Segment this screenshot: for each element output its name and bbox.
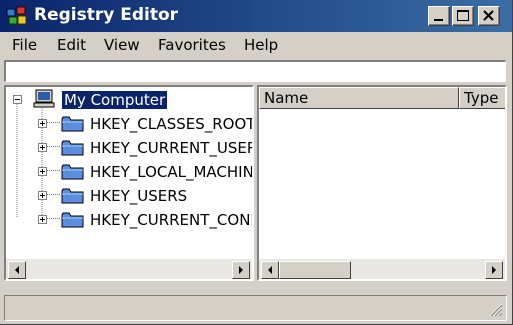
tree-node[interactable]: HKEY_CURRENT_CONFIG xyxy=(6,209,252,231)
menu-help[interactable]: Help xyxy=(244,36,278,54)
registry-icon xyxy=(6,6,28,26)
resize-grip-icon[interactable] xyxy=(487,301,503,317)
arrow-left-icon xyxy=(268,266,272,274)
close-button[interactable] xyxy=(478,6,500,26)
status-bar xyxy=(4,295,507,321)
window-title: Registry Editor xyxy=(34,5,179,25)
column-header-type[interactable]: Type xyxy=(459,87,505,109)
tree-label: HKEY_USERS xyxy=(90,187,188,205)
expand-toggle[interactable] xyxy=(38,119,47,128)
arrow-right-icon xyxy=(239,266,243,274)
menu-edit[interactable]: Edit xyxy=(57,36,86,54)
tree-node[interactable]: HKEY_LOCAL_MACHINE xyxy=(6,161,252,183)
arrow-left-icon xyxy=(15,266,19,274)
folder-icon xyxy=(61,212,84,228)
tree-label: HKEY_CURRENT_USER xyxy=(90,139,254,157)
minimize-button[interactable] xyxy=(428,6,450,26)
menu-bar: File Edit View Favorites Help xyxy=(0,32,512,56)
expand-toggle[interactable] xyxy=(38,191,47,200)
scroll-left-button[interactable] xyxy=(261,261,279,279)
list-pane[interactable]: Name Type xyxy=(257,85,507,281)
menu-favorites[interactable]: Favorites xyxy=(158,36,226,54)
tree-pane[interactable]: My Computer HKEY_CLASSES_ROOT HKEY_CURRE… xyxy=(4,85,254,281)
list-horizontal-scrollbar[interactable] xyxy=(259,259,505,279)
expand-toggle[interactable] xyxy=(38,167,47,176)
column-header-name[interactable]: Name xyxy=(259,87,459,109)
expand-toggle[interactable] xyxy=(38,143,47,152)
maximize-button[interactable] xyxy=(452,6,474,26)
tree-label: My Computer xyxy=(62,91,168,109)
tree-node[interactable]: HKEY_CURRENT_USER xyxy=(6,137,252,159)
folder-icon xyxy=(61,188,84,204)
menu-view[interactable]: View xyxy=(104,36,140,54)
close-icon xyxy=(483,10,494,21)
registry-editor-window: Registry Editor File Edit View Favorites… xyxy=(0,0,513,325)
tree-node-my-computer[interactable]: My Computer xyxy=(6,89,252,111)
scroll-thumb[interactable] xyxy=(279,261,351,279)
folder-icon xyxy=(61,164,84,180)
tree-node[interactable]: HKEY_USERS xyxy=(6,185,252,207)
tree-node[interactable]: HKEY_CLASSES_ROOT xyxy=(6,113,252,135)
expand-toggle[interactable] xyxy=(38,215,47,224)
scroll-right-button[interactable] xyxy=(485,261,503,279)
tree-label: HKEY_LOCAL_MACHINE xyxy=(90,163,254,181)
address-field[interactable] xyxy=(4,60,506,82)
title-bar[interactable]: Registry Editor xyxy=(0,0,512,32)
tree-horizontal-scrollbar[interactable] xyxy=(6,259,252,279)
scroll-left-button[interactable] xyxy=(8,261,26,279)
collapse-toggle[interactable] xyxy=(13,95,22,104)
folder-icon xyxy=(61,140,84,156)
menu-file[interactable]: File xyxy=(12,36,37,54)
computer-icon xyxy=(33,89,55,108)
maximize-icon xyxy=(457,10,469,21)
arrow-right-icon xyxy=(492,266,496,274)
tree-label: HKEY_CLASSES_ROOT xyxy=(90,115,254,133)
folder-icon xyxy=(61,116,84,132)
minimize-icon xyxy=(434,19,443,21)
scroll-right-button[interactable] xyxy=(232,261,250,279)
tree-label: HKEY_CURRENT_CONFIG xyxy=(90,211,252,229)
